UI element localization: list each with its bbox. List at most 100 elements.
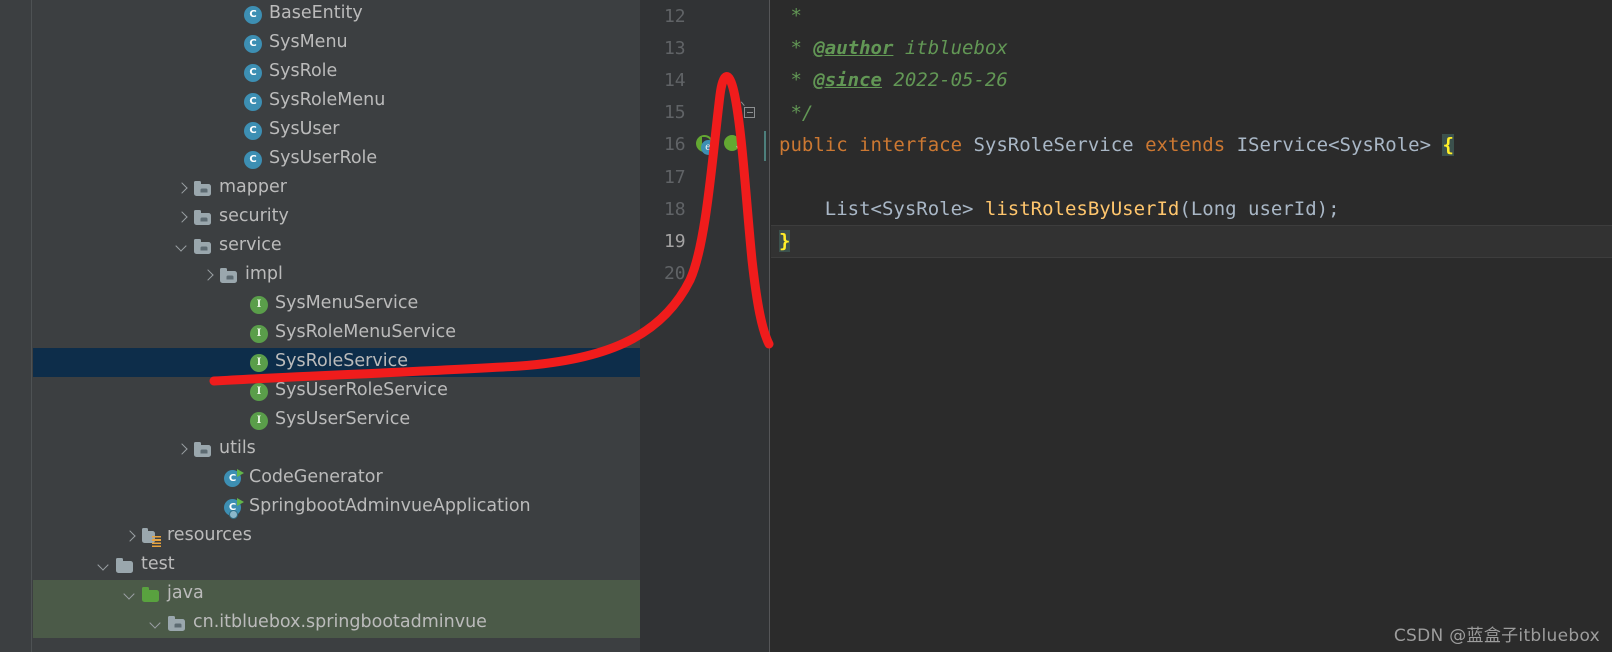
package-folder-icon [194, 238, 212, 256]
code-line-15[interactable]: */ [771, 97, 1612, 129]
tree-item-label: mapper [219, 176, 287, 197]
chevron-down-icon[interactable] [95, 557, 112, 574]
editor-gutter[interactable]: 12 13 14 15 16 e ↓ ↓ 17 18 19 20 [640, 0, 770, 652]
package-folder-icon [194, 441, 212, 459]
tree-arrow-placeholder [203, 470, 220, 487]
tree-item-label: BaseEntity [269, 2, 363, 23]
interface-icon [250, 382, 268, 401]
tree-row-java[interactable]: java [33, 580, 640, 609]
interface-icon [250, 411, 268, 430]
tree-row-sysrole[interactable]: SysRole [33, 58, 640, 87]
project-tool-window: BaseEntity SysMenu SysRole SysRoleMenu SysUs… [0, 0, 640, 652]
gutter-icons-area [688, 225, 769, 257]
code-line-13[interactable]: * @author itbluebox [771, 32, 1612, 64]
code-token: (Long userId); [1179, 198, 1340, 221]
interface-icon [250, 324, 268, 343]
class-icon [244, 34, 262, 53]
code-line-16[interactable]: public interface SysRoleService extends … [771, 129, 1612, 161]
tree-row-test[interactable]: test [33, 551, 640, 580]
class-icon [244, 92, 262, 111]
code-fold-marker-icon[interactable] [741, 96, 757, 120]
code-line-18[interactable]: List<SysRole> listRolesByUserId (Long use… [771, 193, 1612, 225]
code-token: */ [779, 101, 814, 124]
chevron-right-icon[interactable] [199, 267, 216, 284]
tree-row-sysuserservice[interactable]: SysUserService [33, 406, 640, 435]
tree-row-utils[interactable]: utils [33, 435, 640, 464]
line-number-19: 19 [663, 230, 686, 252]
tree-row-sysuserroleservice[interactable]: SysUserRoleService [33, 377, 640, 406]
interface-icon [250, 295, 268, 314]
code-line-14[interactable]: * @since 2022-05-26 [771, 64, 1612, 96]
code-token: } [779, 230, 791, 253]
project-tree[interactable]: BaseEntity SysMenu SysRole SysRoleMenu SysUs… [33, 0, 640, 652]
tree-row-security[interactable]: security [33, 203, 640, 232]
tree-item-label: SysUserRoleService [275, 379, 448, 400]
package-folder-icon [194, 180, 212, 198]
tree-row-resources[interactable]: resources [33, 522, 640, 551]
tree-item-label: SysRoleMenuService [275, 321, 457, 342]
tree-row-mapper[interactable]: mapper [33, 174, 640, 203]
runnable-class-icon [224, 468, 244, 488]
implementation-marker-icon[interactable]: ↓ [723, 134, 747, 157]
line-number-14: 14 [663, 69, 686, 91]
down-arrow-overlay: ↓ [706, 148, 716, 162]
code-editor-area[interactable]: * * @author itbluebox * @since 2022-05-2… [771, 0, 1612, 652]
tree-row-impl[interactable]: impl [33, 261, 640, 290]
line-number-16: 16 [663, 134, 686, 156]
package-folder-icon [194, 209, 212, 227]
code-line-12[interactable]: * [771, 0, 1612, 32]
tree-item-label: SpringbootAdminvueApplication [249, 495, 531, 516]
tree-row-codegenerator[interactable]: CodeGenerator [33, 464, 640, 493]
tree-row-sysuserrole[interactable]: SysUserRole [33, 145, 640, 174]
resources-folder-icon [142, 527, 161, 547]
tree-row-service[interactable]: service [33, 232, 640, 261]
code-vision-bar [763, 130, 766, 161]
gutter-icons-area [688, 161, 769, 193]
class-icon [244, 150, 262, 169]
spring-boot-app-icon [224, 497, 244, 519]
code-line-20[interactable] [771, 258, 1612, 290]
tree-item-label: security [219, 205, 289, 226]
test-source-folder-icon [142, 586, 160, 604]
chevron-down-icon[interactable] [173, 238, 190, 255]
code-line-17[interactable] [771, 161, 1612, 193]
implemented-by-icon[interactable]: e ↓ [695, 134, 718, 162]
chevron-right-icon[interactable] [121, 528, 138, 545]
chevron-right-icon[interactable] [173, 441, 190, 458]
tree-row-springbootadminvueapplication[interactable]: SpringbootAdminvueApplication [33, 493, 640, 522]
tree-arrow-placeholder [229, 412, 246, 429]
tree-row-cn-itbluebox-springbootadminvue[interactable]: cn.itbluebox.springbootadminvue [33, 609, 640, 638]
tree-item-label: SysMenu [269, 31, 348, 52]
chevron-down-icon[interactable] [147, 615, 164, 632]
code-line-19[interactable]: } [771, 225, 1612, 258]
tree-row-baseentity[interactable]: BaseEntity [33, 0, 640, 29]
interface-icon [250, 353, 268, 372]
gutter-icons-area: e ↓ ↓ [688, 129, 769, 161]
tree-arrow-placeholder [223, 6, 240, 23]
gutter-row-18: 18 [640, 193, 769, 225]
tree-item-label: cn.itbluebox.springbootadminvue [193, 611, 487, 632]
tree-arrow-placeholder [223, 122, 240, 139]
line-number-18: 18 [663, 198, 686, 220]
tree-row-sysroleservice[interactable]: SysRoleService [33, 348, 640, 377]
tree-row-sysrolemenu[interactable]: SysRoleMenu [33, 87, 640, 116]
chevron-right-icon[interactable] [173, 209, 190, 226]
code-token: * [779, 69, 814, 92]
tree-row-sysuser[interactable]: SysUser [33, 116, 640, 145]
gutter-icons-area [688, 0, 769, 32]
tree-arrow-placeholder [223, 93, 240, 110]
tree-item-label: SysRoleService [275, 350, 408, 371]
code-token: List<SysRole> [779, 198, 985, 221]
tree-row-sysmenuservice[interactable]: SysMenuService [33, 290, 640, 319]
tree-item-label: utils [219, 437, 256, 458]
chevron-right-icon[interactable] [173, 180, 190, 197]
code-token: @author [813, 37, 894, 60]
chevron-down-icon[interactable] [121, 586, 138, 603]
resources-lines-icon [152, 535, 161, 547]
code-token: public interface [779, 133, 963, 156]
tree-row-sysrolemenuservice[interactable]: SysRoleMenuService [33, 319, 640, 348]
tree-arrow-placeholder [223, 64, 240, 81]
tree-item-label: SysUserRole [269, 147, 378, 168]
tree-row-sysmenu[interactable]: SysMenu [33, 29, 640, 58]
line-number-17: 17 [663, 166, 686, 188]
